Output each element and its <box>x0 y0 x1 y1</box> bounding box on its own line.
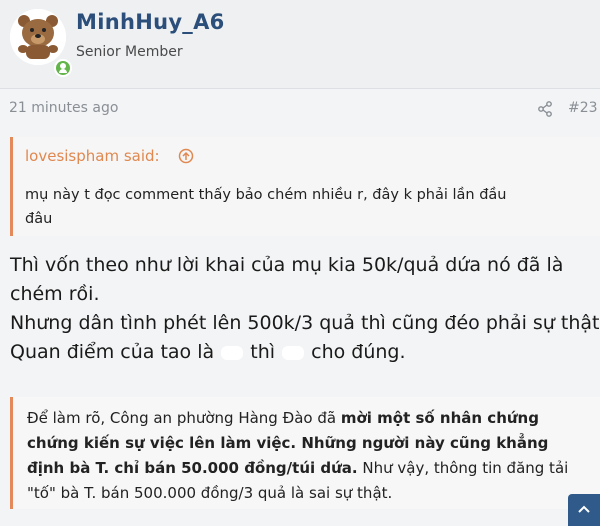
body-text-fragment: thì <box>250 341 276 363</box>
excerpt-plain: Để làm rõ, Công an phường Hàng Đào đã <box>27 409 341 427</box>
online-status-icon <box>54 59 72 77</box>
quote-text: mụ này t đọc comment thấy bảo chém nhiều… <box>25 183 585 231</box>
body-line: chém rồi. <box>10 283 100 305</box>
body-line: Thì vốn theo như lời khai của mụ kia 50k… <box>10 254 564 276</box>
user-title: Senior Member <box>76 44 183 60</box>
body-line: Quan điểm của tao là thì cho đúng. <box>10 338 600 367</box>
body-line: Nhưng dân tình phét lên 500k/3 quả thì c… <box>10 312 600 334</box>
share-icon[interactable] <box>537 101 553 117</box>
censored-word <box>282 345 305 360</box>
news-excerpt-quote: Để làm rõ, Công an phường Hàng Đào đã mờ… <box>10 397 600 509</box>
quote-line: mụ này t đọc comment thấy bảo chém nhiều… <box>25 187 507 203</box>
post-number-link[interactable]: #23 <box>568 100 598 116</box>
scroll-to-top-button[interactable] <box>568 494 600 526</box>
username-link[interactable]: MinhHuy_A6 <box>76 10 225 34</box>
quote-author-link[interactable]: lovesispham said: <box>25 147 160 165</box>
post-timestamp[interactable]: 21 minutes ago <box>9 100 118 116</box>
quote-line: đâu <box>25 211 53 227</box>
news-excerpt-text: Để làm rõ, Công an phường Hàng Đào đã mờ… <box>27 406 587 506</box>
quote-block: lovesispham said: mụ này t đọc comment t… <box>10 137 600 236</box>
body-text-fragment: cho đúng. <box>311 341 406 363</box>
body-text-fragment: Quan điểm của tao là <box>10 341 215 363</box>
censored-word <box>221 345 244 360</box>
avatar[interactable] <box>10 9 72 77</box>
post-author-header: MinhHuy_A6 Senior Member <box>0 0 600 89</box>
bear-avatar-icon <box>10 9 66 65</box>
arrow-up-icon <box>578 505 590 513</box>
arrow-up-circle-icon[interactable] <box>178 148 194 164</box>
post-body: Thì vốn theo như lời khai của mụ kia 50k… <box>10 251 600 367</box>
